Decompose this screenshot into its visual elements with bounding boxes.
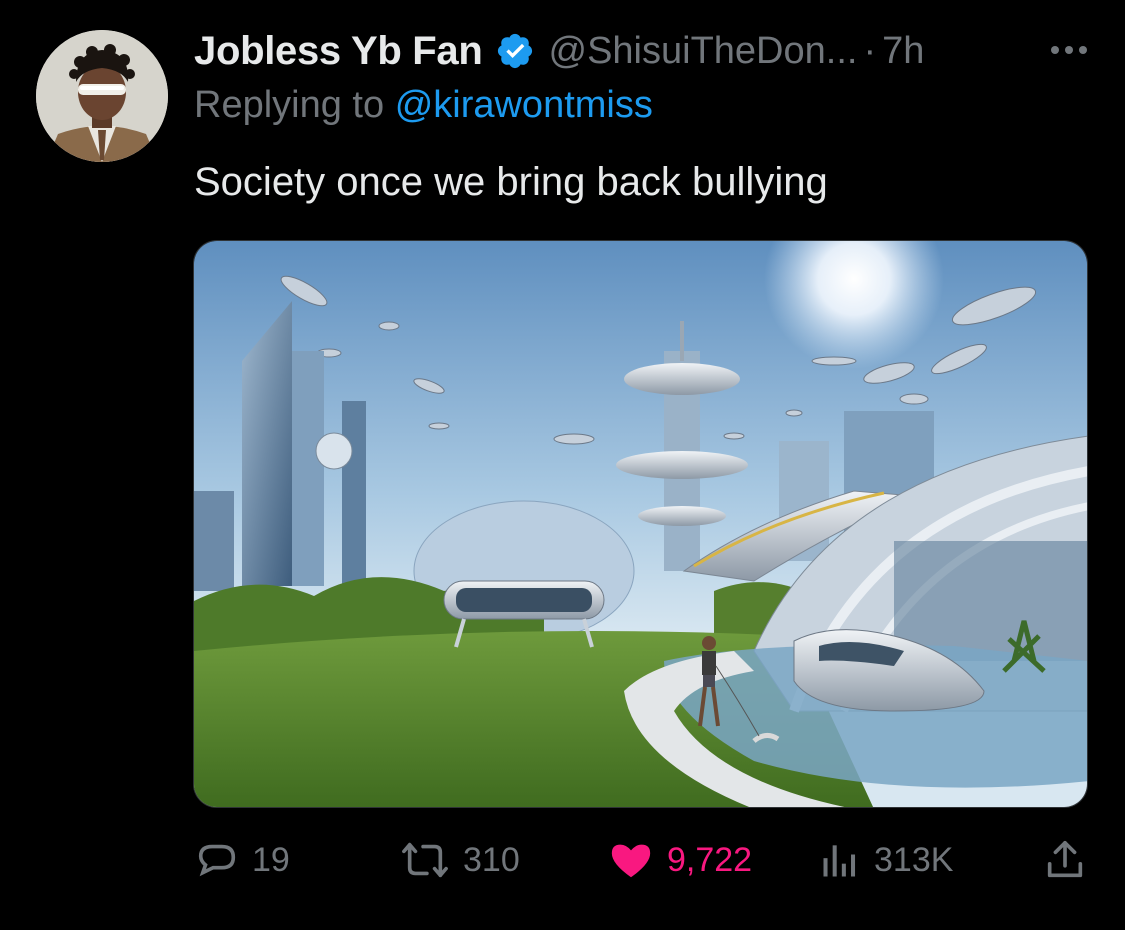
share-button[interactable] — [1042, 832, 1100, 888]
share-icon — [1047, 840, 1083, 878]
like-count: 9,722 — [667, 840, 753, 879]
futuristic-city-image — [194, 241, 1087, 807]
retweet-button[interactable]: 310 — [399, 832, 520, 888]
analytics-bar-icon — [823, 845, 856, 877]
tweet-text: Society once we bring back bullying — [194, 160, 828, 204]
avatar[interactable] — [36, 30, 168, 162]
heart-filled-icon — [611, 844, 651, 878]
retweet-icon — [402, 842, 448, 878]
tweet-header: Jobless Yb Fan @ShisuiTheDon... · 7h — [194, 26, 924, 76]
action-bar: 19 310 9,722 313K — [194, 832, 1089, 888]
like-button[interactable]: 9,722 — [607, 832, 752, 888]
more-options-icon[interactable] — [1043, 30, 1095, 70]
reply-button[interactable]: 19 — [194, 832, 290, 888]
tweet[interactable]: Jobless Yb Fan @ShisuiTheDon... · 7h Rep… — [0, 0, 1125, 930]
verified-badge-icon — [495, 31, 535, 71]
tweet-timestamp[interactable]: 7h — [882, 30, 924, 73]
reply-count: 19 — [252, 840, 290, 879]
tweet-media[interactable] — [193, 240, 1088, 808]
views-button[interactable]: 313K — [818, 832, 953, 888]
separator-dot: · — [863, 29, 877, 72]
replying-to: Replying to @kirawontmiss — [194, 84, 653, 127]
reply-icon — [198, 844, 236, 877]
retweet-count: 310 — [463, 840, 520, 879]
display-name[interactable]: Jobless Yb Fan — [194, 29, 483, 74]
replying-to-label: Replying to — [194, 84, 385, 126]
reply-mention-link[interactable]: @kirawontmiss — [395, 84, 653, 126]
user-handle[interactable]: @ShisuiTheDon... — [549, 30, 858, 73]
avatar-image — [36, 30, 168, 162]
views-count: 313K — [874, 840, 954, 879]
